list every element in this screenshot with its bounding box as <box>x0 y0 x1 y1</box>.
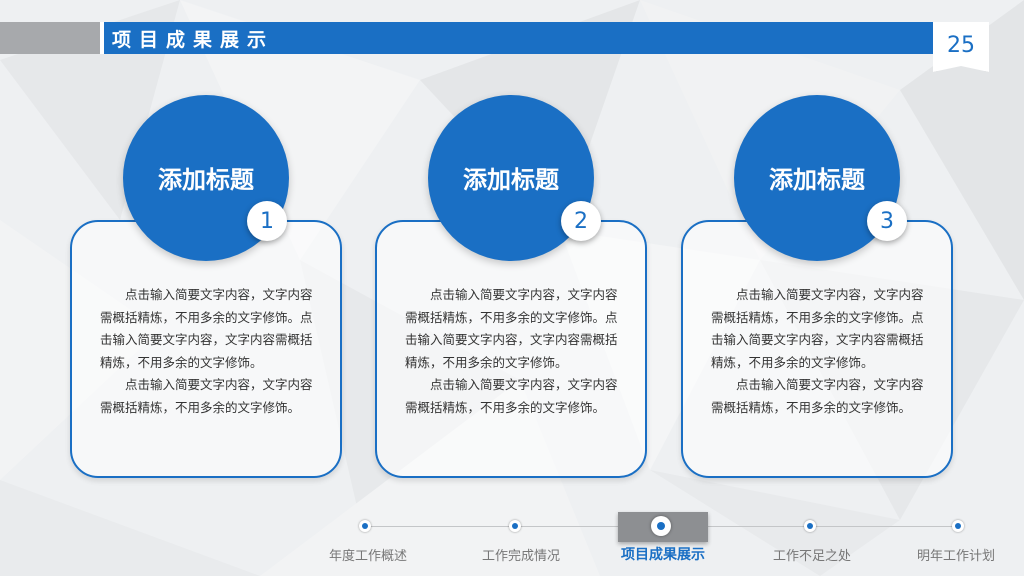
card-paragraph: 点击输入简要文字内容，文字内容需概括精炼，不用多余的文字修饰。 <box>100 377 313 415</box>
card-number: 2 <box>574 208 588 234</box>
card-number-badge-1: 1 <box>247 201 287 241</box>
card-paragraph: 点击输入简要文字内容，文字内容需概括精炼，不用多余的文字修饰。 <box>711 377 924 415</box>
card-number: 3 <box>880 208 894 234</box>
header-bar: 项目成果展示 <box>100 22 987 54</box>
nav-item-next-year-plan[interactable]: 明年工作计划 <box>886 545 1024 564</box>
page-title: 项目成果展示 <box>112 28 275 51</box>
header-notch <box>100 22 104 54</box>
nav-dot-2[interactable] <box>509 520 521 532</box>
card-text[interactable]: 点击输入简要文字内容，文字内容需概括精炼，不用多余的文字修饰。点击输入简要文字内… <box>405 284 623 419</box>
nav-item-shortcomings[interactable]: 工作不足之处 <box>742 545 882 564</box>
card-number: 1 <box>260 208 274 234</box>
card-number-badge-3: 3 <box>867 201 907 241</box>
card-paragraph: 点击输入简要文字内容，文字内容需概括精炼，不用多余的文字修饰。点击输入简要文字内… <box>405 287 618 370</box>
card-number-badge-2: 2 <box>561 201 601 241</box>
page-number: 25 <box>947 32 975 58</box>
card-paragraph: 点击输入简要文字内容，文字内容需概括精炼，不用多余的文字修饰。点击输入简要文字内… <box>100 287 313 370</box>
page-number-flag: 25 <box>933 22 989 72</box>
card-paragraph: 点击输入简要文字内容，文字内容需概括精炼，不用多余的文字修饰。 <box>405 377 618 415</box>
card-title: 添加标题 <box>769 165 865 194</box>
nav-dot-3-active[interactable] <box>651 516 671 536</box>
nav-dot-5[interactable] <box>952 520 964 532</box>
card-title: 添加标题 <box>463 165 559 194</box>
card-title: 添加标题 <box>158 165 254 194</box>
nav-dot-1[interactable] <box>359 520 371 532</box>
header-gray-block <box>0 22 100 54</box>
card-text[interactable]: 点击输入简要文字内容，文字内容需概括精炼，不用多余的文字修饰。点击输入简要文字内… <box>711 284 929 419</box>
card-paragraph: 点击输入简要文字内容，文字内容需概括精炼，不用多余的文字修饰。点击输入简要文字内… <box>711 287 924 370</box>
nav-item-annual-overview[interactable]: 年度工作概述 <box>298 545 438 564</box>
nav-dot-4[interactable] <box>804 520 816 532</box>
nav-item-project-results[interactable]: 项目成果展示 <box>593 544 733 564</box>
card-text[interactable]: 点击输入简要文字内容，文字内容需概括精炼，不用多余的文字修饰。点击输入简要文字内… <box>100 284 318 419</box>
nav-item-work-completion[interactable]: 工作完成情况 <box>451 545 591 564</box>
